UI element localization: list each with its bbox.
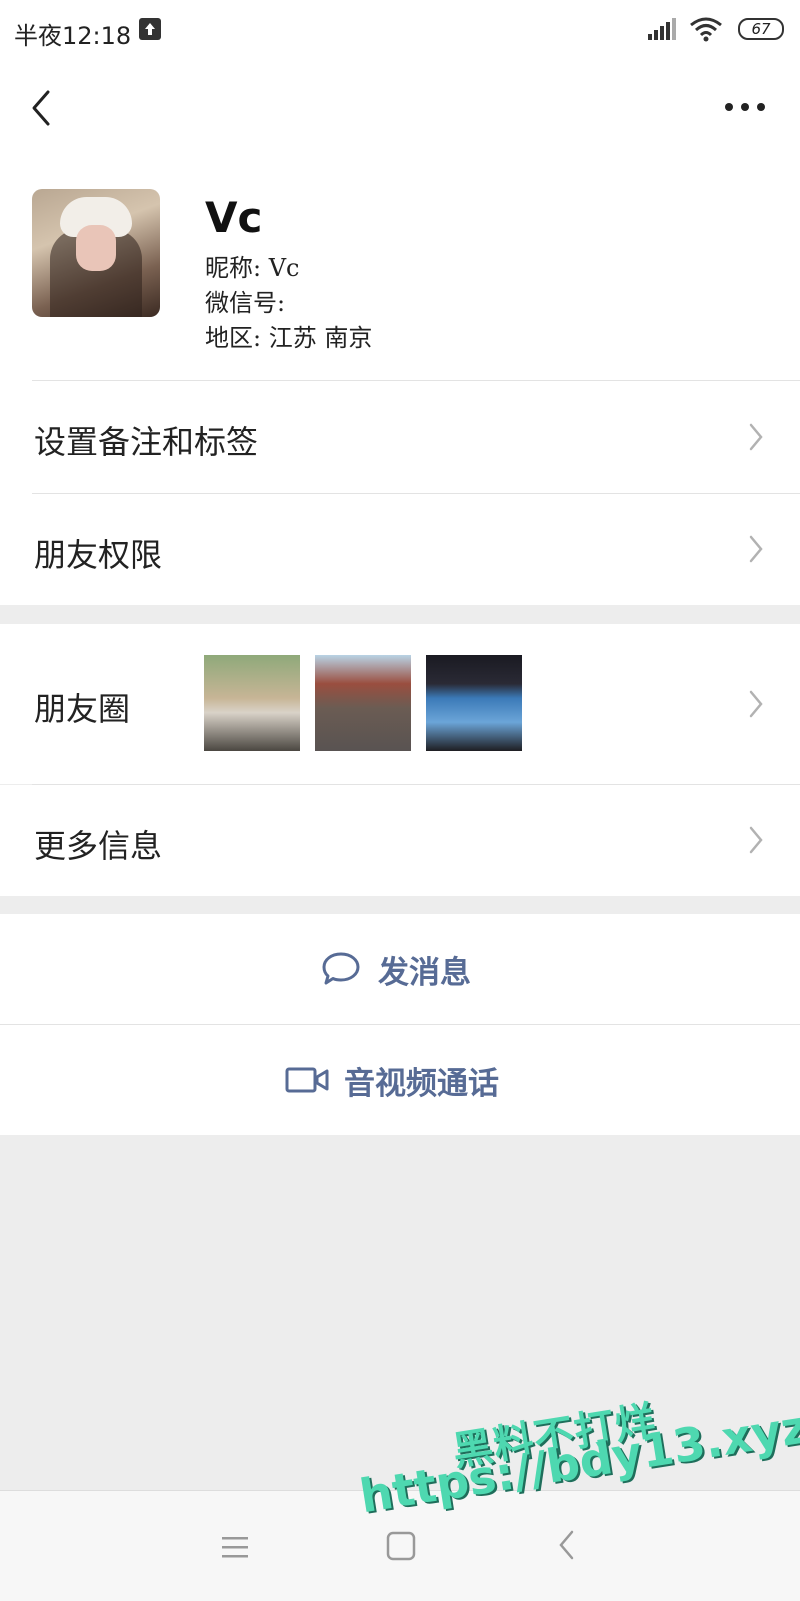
moments-photo-thumbnail[interactable] [204,655,300,751]
more-options-icon[interactable] [724,100,766,114]
friend-permissions-label: 朋友权限 [34,536,163,574]
chevron-right-icon [749,690,763,718]
video-call-label: 音视频通话 [344,1065,499,1102]
more-info-row[interactable]: 更多信息 [0,785,800,896]
remarks-tags-label: 设置备注和标签 [34,423,259,461]
moments-label: 朋友圈 [34,690,131,728]
chevron-right-icon [749,535,763,563]
upload-icon [139,18,161,40]
status-bar: 半夜12:18 67 [0,0,800,60]
back-icon[interactable] [26,86,56,130]
nickname-line: 昵称: Vc [205,254,300,282]
chevron-right-icon [749,826,763,854]
friend-permissions-row[interactable]: 朋友权限 [0,494,800,605]
chevron-right-icon [749,423,763,451]
more-info-label: 更多信息 [34,827,163,865]
video-camera-icon [285,1067,329,1093]
menu-icon[interactable] [222,1535,248,1559]
status-time: 半夜12:18 [14,22,132,50]
signal-icon [648,18,676,40]
wifi-icon [690,17,722,42]
avatar[interactable] [32,189,160,317]
send-message-label: 发消息 [378,954,471,991]
video-call-button[interactable]: 音视频通话 [0,1025,800,1135]
region-line: 地区: 江苏 南京 [205,324,373,352]
chat-bubble-icon [322,952,360,985]
profile-name: Vc [205,193,263,242]
battery-icon: 67 [738,18,784,40]
moments-photo-thumbnail[interactable] [426,655,522,751]
moments-photo-thumbnail[interactable] [315,655,411,751]
wechat-id-label: 微信号: [205,289,286,317]
send-message-button[interactable]: 发消息 [0,914,800,1024]
nav-back-icon[interactable] [556,1529,578,1561]
remarks-tags-row[interactable]: 设置备注和标签 [0,381,800,493]
home-icon[interactable] [386,1531,416,1561]
